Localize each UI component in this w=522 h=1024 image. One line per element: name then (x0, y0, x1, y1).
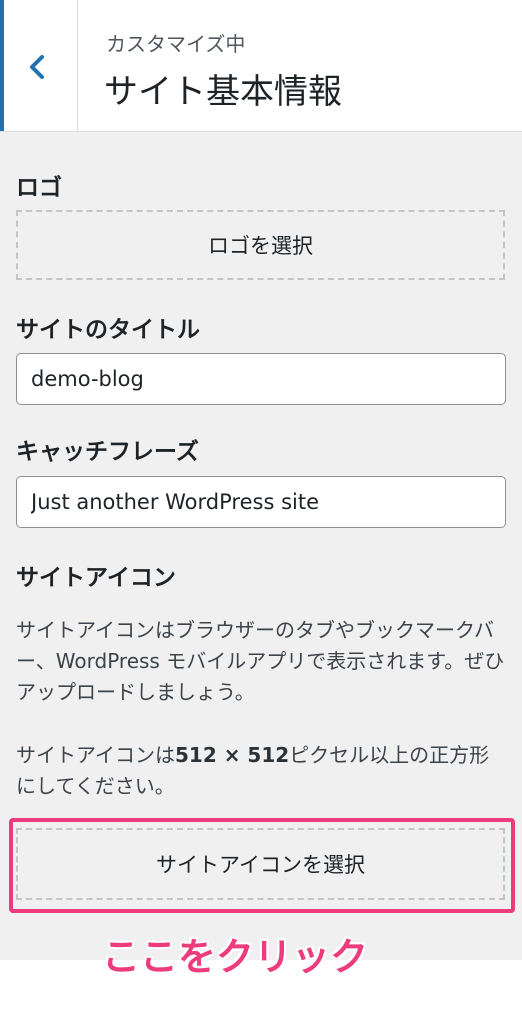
site-title-input[interactable] (16, 353, 506, 405)
section-header: カスタマイズ中 サイト基本情報 (0, 0, 522, 132)
customizer-panel: カスタマイズ中 サイト基本情報 ロゴ ロゴを選択 サイトのタイトル キャッチフレ… (0, 0, 522, 960)
page-title: サイト基本情報 (104, 72, 342, 112)
tagline-input[interactable] (16, 476, 506, 528)
logo-label: ロゴ (16, 175, 62, 201)
site-icon-size-note: サイトアイコンは512 × 512ピクセル以上の正方形にしてください。 (16, 740, 508, 802)
site-title-label: サイトのタイトル (16, 317, 200, 343)
site-icon-label: サイトアイコン (16, 565, 176, 591)
click-here-annotation: ここをクリック (102, 935, 369, 979)
back-button[interactable] (0, 0, 78, 131)
size-note-dimensions: 512 × 512 (175, 743, 290, 767)
customizing-label: カスタマイズ中 (106, 32, 246, 56)
select-logo-button[interactable]: ロゴを選択 (16, 210, 505, 280)
chevron-left-icon (30, 55, 44, 79)
highlight-frame (9, 818, 515, 913)
tagline-label: キャッチフレーズ (16, 439, 199, 465)
size-note-prefix: サイトアイコンは (16, 743, 175, 767)
site-icon-description: サイトアイコンはブラウザーのタブやブックマークバー、WordPress モバイル… (16, 618, 505, 704)
